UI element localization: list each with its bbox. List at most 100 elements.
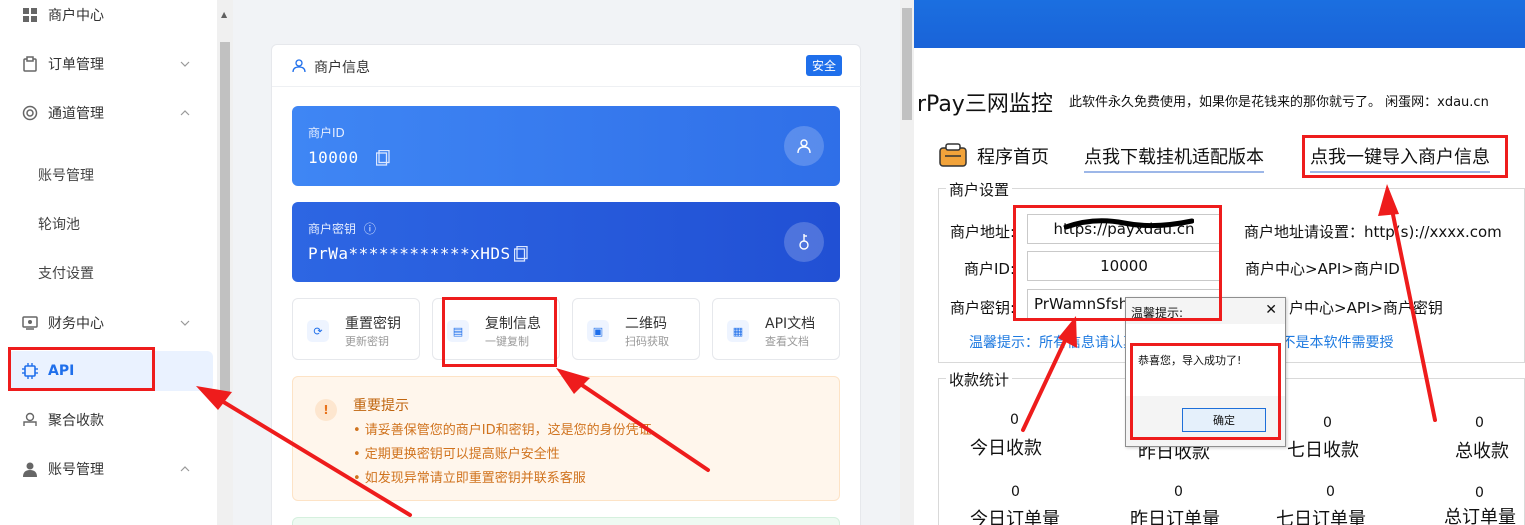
security-badge: 安全 <box>805 55 842 76</box>
annotation-box-api <box>8 347 155 391</box>
merchant-key-value: PrWa************xHDS <box>308 244 511 263</box>
stat-value: 0 <box>1326 484 1335 500</box>
app-subtitle: 此软件永久免费使用，如果你是花钱来的那你就亏了。 闲蛋网：xdau.cn <box>1069 95 1489 110</box>
merchant-id-box: 商户ID 10000 <box>292 106 840 186</box>
merchant-key-box: 商户密钥 ⓘ PrWa************xHDS <box>292 202 840 282</box>
key-icon <box>784 222 824 262</box>
user-icon <box>22 461 38 477</box>
docs-icon: ▦ <box>727 320 749 342</box>
sidebar-item-label: 账号管理 <box>48 462 104 478</box>
stat-label: 今日收款 <box>970 438 1042 459</box>
sidebar-item-channels[interactable]: 通道管理 <box>0 93 210 133</box>
sidebar-item-account-management[interactable]: 账号管理 <box>0 449 210 489</box>
sidebar-item-label: 通道管理 <box>48 106 104 122</box>
address-label: 商户地址: <box>950 223 1016 241</box>
annotation-box-import <box>1302 135 1508 178</box>
annotation-box-copy-info <box>442 297 557 367</box>
key-label: 商户密钥: <box>950 299 1016 317</box>
stat-value: 0 <box>1323 415 1332 431</box>
nav-home-link[interactable]: 程序首页 <box>977 143 1049 169</box>
refresh-icon: ⟳ <box>307 320 329 342</box>
action-title: 重置密钥 <box>345 316 401 332</box>
chevron-up-icon <box>180 464 190 474</box>
notice-item: • 如发现异常请立即重置密钥并联系客服 <box>353 471 586 486</box>
action-buttons: ⟳ 重置密钥 更新密钥 ▤ 复制信息 一键复制 ▣ 二维码 扫码获取 ▦ API… <box>292 298 840 360</box>
chevron-down-icon <box>180 318 190 328</box>
settings-group-title: 商户设置 <box>946 179 1013 200</box>
sidebar-item-orders[interactable]: 订单管理 <box>0 44 210 84</box>
sidebar-scrollbar[interactable]: ▲ <box>217 0 233 525</box>
main-content: 商户信息 安全 商户ID 10000 商户密钥 ⓘ PrWa**********… <box>233 0 900 525</box>
sidebar: 商户中心 订单管理 通道管理 账号管理 轮询池 支付设置 财务中心 API 聚合… <box>0 0 216 525</box>
qrcode-button[interactable]: ▣ 二维码 扫码获取 <box>572 298 700 360</box>
reset-key-button[interactable]: ⟳ 重置密钥 更新密钥 <box>292 298 420 360</box>
sidebar-item-label: 订单管理 <box>48 57 104 73</box>
user-icon <box>292 58 306 73</box>
sidebar-item-merchant-center[interactable]: 商户中心 <box>0 0 210 35</box>
app-title: rPay三网监控 <box>917 92 1053 117</box>
stats-group-title: 收款统计 <box>946 369 1013 390</box>
card-title: 商户信息 <box>314 60 370 76</box>
api-docs-button[interactable]: ▦ API文档 查看文档 <box>712 298 840 360</box>
notice-item: • 定期更换密钥可以提高账户安全性 <box>353 447 560 462</box>
merchant-id-label: 商户ID <box>308 126 345 140</box>
image-icon: ▣ <box>587 320 609 342</box>
close-icon[interactable]: ✕ <box>1265 302 1277 318</box>
grid-icon <box>22 7 38 23</box>
chevron-down-icon <box>180 59 190 69</box>
id-label: 商户ID: <box>964 260 1016 278</box>
card-header: 商户信息 安全 <box>272 45 862 87</box>
notice-title: 重要提示 <box>353 398 409 414</box>
annotation-box-inputs <box>1013 205 1222 321</box>
clipboard-icon <box>22 56 38 72</box>
merchant-key-label: 商户密钥 ⓘ <box>308 222 376 236</box>
scrollbar-thumb[interactable] <box>902 8 912 120</box>
annotation-box-dialog <box>1130 343 1281 440</box>
stat-value: 0 <box>1174 484 1183 500</box>
home-icon <box>938 142 968 168</box>
action-title: 二维码 <box>625 316 667 332</box>
finance-icon <box>22 315 38 331</box>
stat-value: 0 <box>1010 412 1019 428</box>
scroll-up-arrow-icon[interactable]: ▲ <box>221 10 227 19</box>
sidebar-item-label: 聚合收款 <box>48 413 104 429</box>
chevron-up-icon <box>180 108 190 118</box>
sidebar-item-label: 财务中心 <box>48 316 104 332</box>
sidebar-item-finance[interactable]: 财务中心 <box>0 303 210 343</box>
merchant-id-value: 10000 <box>308 148 359 167</box>
download-link[interactable]: 点我下载挂机适配版本 <box>1084 143 1264 173</box>
sidebar-subitem-accounts[interactable]: 账号管理 <box>38 165 94 185</box>
address-hint: 商户地址请设置：http(s)://xxxx.com <box>1244 223 1502 241</box>
warning-icon: ! <box>315 399 337 421</box>
channel-icon <box>22 105 38 121</box>
app-header-bar <box>914 0 1525 48</box>
content-scrollbar[interactable] <box>900 0 914 525</box>
id-hint: 商户中心>API>商户ID <box>1245 260 1400 278</box>
sidebar-item-aggregate-payment[interactable]: 聚合收款 <box>0 400 210 440</box>
info-icon: ⓘ <box>363 222 376 236</box>
stat-label: 总订单量 <box>1444 507 1516 525</box>
user-circle-icon <box>784 126 824 166</box>
key-hint: 户中心>API>商户密钥 <box>1289 299 1443 317</box>
action-subtitle: 查看文档 <box>765 335 809 348</box>
stat-label: 今日订单量 <box>970 509 1060 525</box>
copy-icon[interactable] <box>513 245 528 262</box>
sidebar-subitem-polling-pool[interactable]: 轮询池 <box>38 214 80 234</box>
sidebar-item-label: 商户中心 <box>48 8 104 24</box>
stat-label: 七日订单量 <box>1276 509 1366 525</box>
notice-item: • 请妥善保管您的商户ID和密钥，这是您的身份凭证 <box>353 423 652 438</box>
action-title: API文档 <box>765 316 816 332</box>
aggregate-icon <box>22 412 38 428</box>
screenshot-root: 商户中心 订单管理 通道管理 账号管理 轮询池 支付设置 财务中心 API 聚合… <box>0 0 1525 525</box>
stat-value: 0 <box>1011 484 1020 500</box>
important-notice: ! 重要提示 • 请妥善保管您的商户ID和密钥，这是您的身份凭证 • 定期更换密… <box>292 376 840 501</box>
action-subtitle: 更新密钥 <box>345 335 389 348</box>
copy-icon[interactable] <box>375 149 390 166</box>
scrollbar-thumb[interactable] <box>220 42 230 392</box>
action-subtitle: 扫码获取 <box>625 335 669 348</box>
merchant-info-card: 商户信息 安全 商户ID 10000 商户密钥 ⓘ PrWa**********… <box>271 44 862 525</box>
stat-value: 0 <box>1475 415 1484 431</box>
stat-value: 0 <box>1475 485 1484 501</box>
stat-label: 昨日订单量 <box>1130 509 1220 525</box>
sidebar-subitem-payment-settings[interactable]: 支付设置 <box>38 263 94 283</box>
